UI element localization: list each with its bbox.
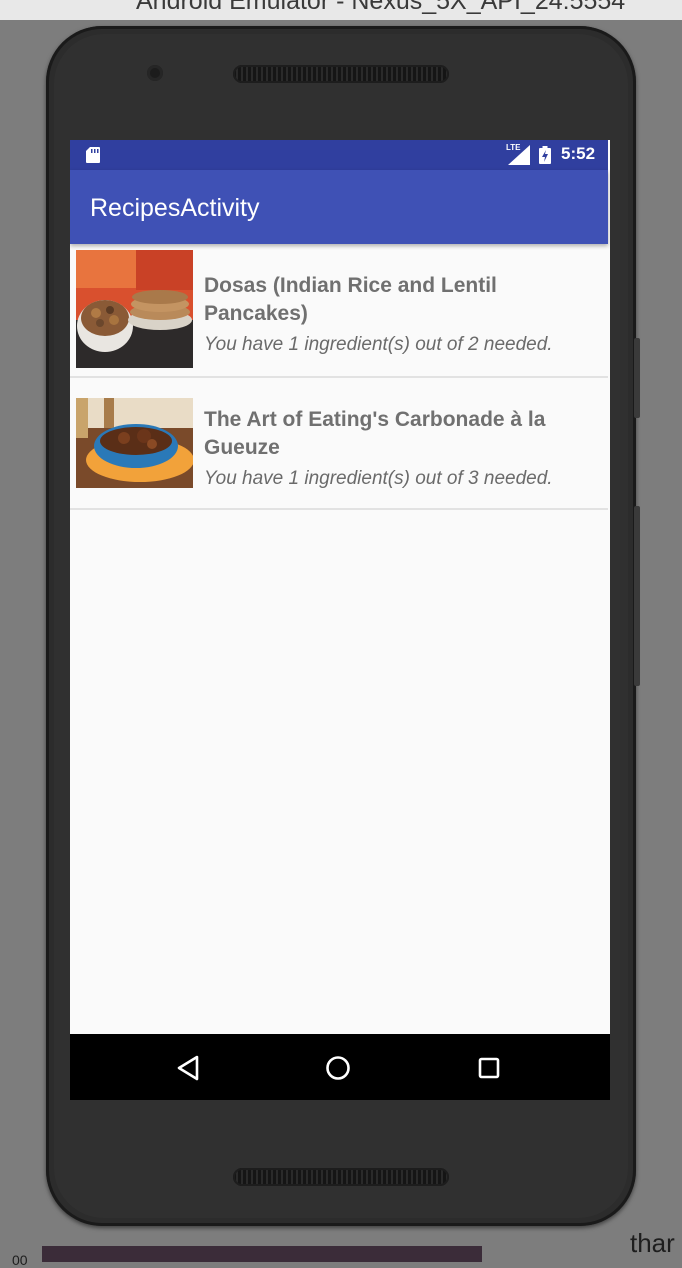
background-text-left: 00 [12,1252,28,1268]
battery-charging-icon [539,146,551,164]
background-text: thar [630,1228,675,1258]
network-type-label: LTE [506,143,521,152]
recipe-ingredient-status: You have 1 ingredient(s) out of 3 needed… [204,468,553,489]
navigation-bar [70,1034,610,1100]
device-screen: LTE 5:52 RecipesActivity Dosas (Indian R… [70,140,610,1100]
status-time: 5:52 [561,144,596,163]
top-speaker-grille [233,65,449,83]
background-window-strip [42,1246,482,1262]
recipe-title: The Art of Eating's Carbonade à la Gueuz… [204,408,546,459]
sd-card-icon [86,147,100,163]
status-bar: LTE 5:52 [70,140,608,170]
home-icon[interactable] [321,1051,355,1085]
volume-button[interactable] [634,338,640,418]
emulator-title-bar: Android Emulator - Nexus_5X_API_24:5554 [0,0,682,20]
app-bar: RecipesActivity [70,170,608,244]
bottom-speaker-grille [233,1168,449,1186]
recipe-list-item[interactable]: The Art of Eating's Carbonade à la Gueuz… [70,378,608,510]
recipe-ingredient-status: You have 1 ingredient(s) out of 2 needed… [204,334,553,355]
back-icon[interactable] [171,1051,205,1085]
recipe-title: Dosas (Indian Rice and Lentil Pancakes) [204,274,497,325]
app-bar-title: RecipesActivity [90,194,260,222]
recipe-thumbnail-dosas [76,250,193,368]
recents-icon[interactable] [472,1051,506,1085]
recipe-list-item[interactable]: Dosas (Indian Rice and Lentil Pancakes) … [70,246,608,378]
power-button[interactable] [634,506,640,686]
emulator-window-title: Android Emulator - Nexus_5X_API_24:5554 [136,0,626,15]
front-camera [147,65,163,81]
recipe-list[interactable]: Dosas (Indian Rice and Lentil Pancakes) … [70,246,608,510]
recipe-thumbnail-carbonade [76,398,193,488]
